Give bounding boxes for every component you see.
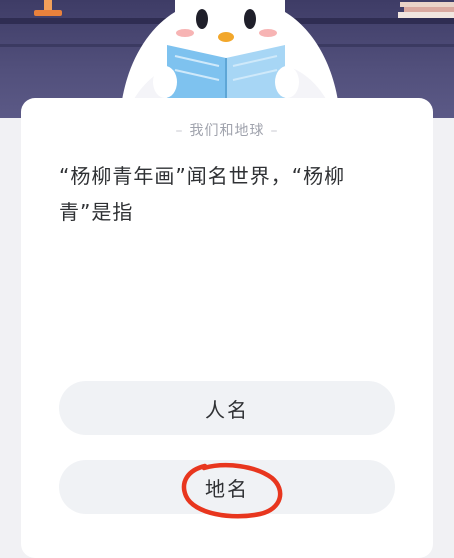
answer-option-label: 人名 bbox=[205, 397, 249, 422]
answer-option-label: 地名 bbox=[205, 476, 249, 501]
quiz-card: – 我们和地球 – “杨柳青年画”闻名世界，“杨柳青”是指 人名 地名 bbox=[21, 98, 433, 558]
lamp-icon bbox=[34, 0, 62, 16]
answer-option-1[interactable]: 人名 bbox=[59, 381, 395, 435]
question-text: “杨柳青年画”闻名世界，“杨柳青”是指 bbox=[59, 164, 346, 224]
quiz-topic: – 我们和地球 – bbox=[21, 120, 433, 140]
topic-dash-icon: – bbox=[270, 123, 279, 139]
topic-dash-icon: – bbox=[175, 123, 184, 139]
answer-option-2[interactable]: 地名 bbox=[59, 460, 395, 514]
books-icon bbox=[398, 2, 454, 18]
topic-label: 我们和地球 bbox=[189, 123, 265, 139]
